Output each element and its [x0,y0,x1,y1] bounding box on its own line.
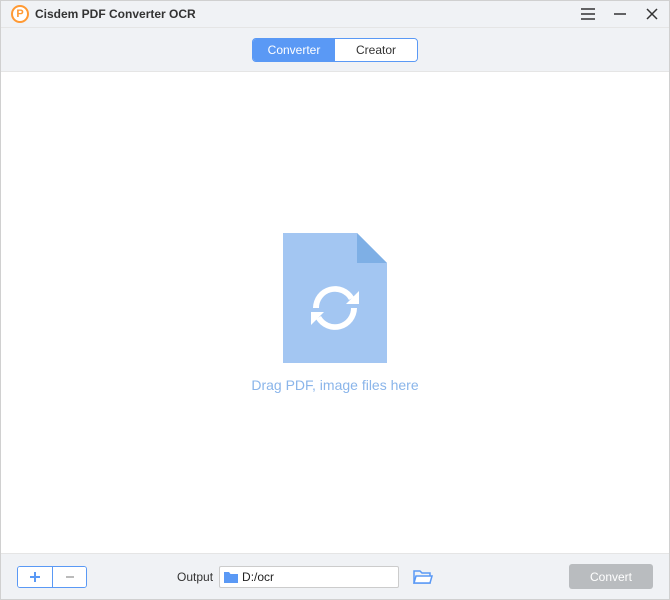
add-remove-group [17,566,87,588]
remove-file-button[interactable] [52,567,86,587]
folder-open-icon [413,569,433,585]
add-file-button[interactable] [18,567,52,587]
drop-zone[interactable]: Drag PDF, image files here [251,233,418,393]
output-path-field[interactable]: D:/ocr [219,566,399,588]
output-label: Output [177,570,213,584]
convert-button[interactable]: Convert [569,564,653,589]
drop-hint-text: Drag PDF, image files here [251,377,418,393]
app-title: Cisdem PDF Converter OCR [35,7,196,21]
tab-bar: Converter Creator [1,28,669,72]
window-controls [581,7,659,21]
browse-folder-button[interactable] [413,569,433,585]
hamburger-menu-icon[interactable] [581,7,595,21]
bottom-bar: Output D:/ocr Convert [1,553,669,599]
minus-icon [63,570,77,584]
app-logo-icon [11,5,29,23]
tab-converter[interactable]: Converter [253,39,335,61]
main-area: Drag PDF, image files here [1,72,669,553]
close-icon[interactable] [645,7,659,21]
folder-icon [224,571,238,583]
tab-creator[interactable]: Creator [335,39,417,61]
minimize-icon[interactable] [613,7,627,21]
file-refresh-icon [283,233,387,363]
tab-group: Converter Creator [252,38,418,62]
output-group: Output D:/ocr [177,566,433,588]
plus-icon [28,570,42,584]
titlebar: Cisdem PDF Converter OCR [1,1,669,28]
output-path-text: D:/ocr [242,570,394,584]
